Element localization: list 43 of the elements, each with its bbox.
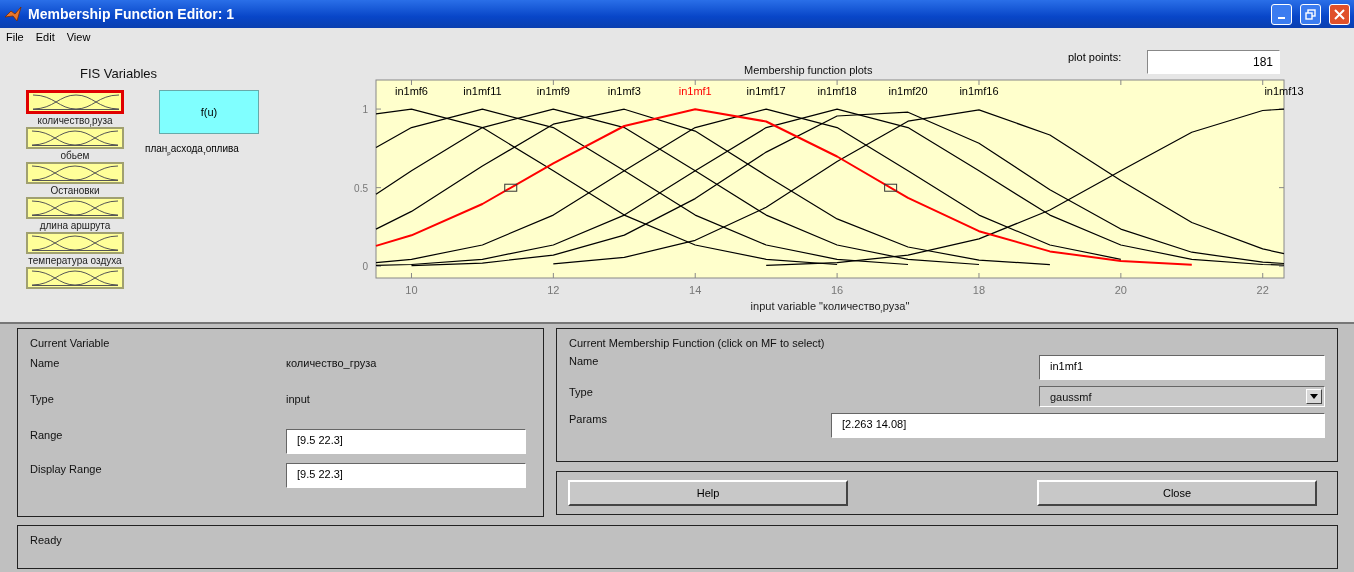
curve-label: in1mf3 — [607, 85, 641, 97]
panel-title: Current Membership Function (click on MF to select) — [569, 337, 826, 349]
curve-label: in1mf9 — [536, 85, 570, 97]
variable-label: длина аршрута — [39, 219, 111, 232]
curve-label: in1mf11 — [463, 85, 502, 97]
curve-label: in1mf18 — [817, 85, 857, 97]
axis-tick-label: 12 — [547, 284, 560, 296]
axis-label: input variable "количество$_{г}$руза" — [750, 300, 910, 312]
panel-title: FIS Variables — [80, 66, 158, 81]
variable-label: обьем — [60, 149, 90, 162]
panel-title: Current Variable — [30, 337, 111, 349]
axis-tick-label: 16 — [830, 284, 844, 296]
field-label: plot points: — [1068, 51, 1123, 63]
window-title: Membership Function Editor: 1 — [28, 6, 236, 22]
axis-tick-label: 0 — [362, 261, 368, 273]
field-label: Display Range — [30, 463, 103, 475]
curve-label: in1mf20 — [888, 85, 928, 97]
field-label: Params — [569, 413, 607, 425]
axis-tick-label: 10 — [405, 284, 418, 296]
variable-label: количество$_{г}$руза — [37, 114, 113, 127]
variable-label: температура оздуха — [28, 254, 122, 267]
field-label: Type — [569, 386, 593, 398]
curve-label: in1mf1 — [678, 85, 712, 97]
variable-label: Остановки — [50, 184, 100, 197]
axis-tick-label: 0.5 — [354, 182, 368, 194]
curve-label: in1mf17 — [746, 85, 786, 97]
field-value: количество_груза — [286, 357, 378, 369]
field-label: Type — [30, 393, 55, 405]
field-label: Range — [30, 429, 64, 441]
axis-tick-label: 22 — [1256, 284, 1269, 296]
variable-label: план$_{р}$асхода$_{т}$оплива — [145, 143, 240, 156]
field-label: Name — [569, 355, 599, 367]
axis-tick-label: 18 — [972, 284, 986, 296]
curve-label: in1mf13 — [1264, 85, 1304, 97]
chart-title: Membership function plots — [744, 64, 874, 76]
axis-tick-label: 20 — [1114, 284, 1127, 296]
field-value: input — [286, 393, 311, 405]
axis-tick-label: 1 — [362, 104, 368, 116]
status-text: Ready — [30, 534, 62, 546]
curve-label: in1mf16 — [959, 85, 999, 97]
field-label: Name — [30, 357, 61, 369]
curve-label: in1mf6 — [394, 85, 428, 97]
axis-tick-label: 14 — [689, 284, 702, 296]
